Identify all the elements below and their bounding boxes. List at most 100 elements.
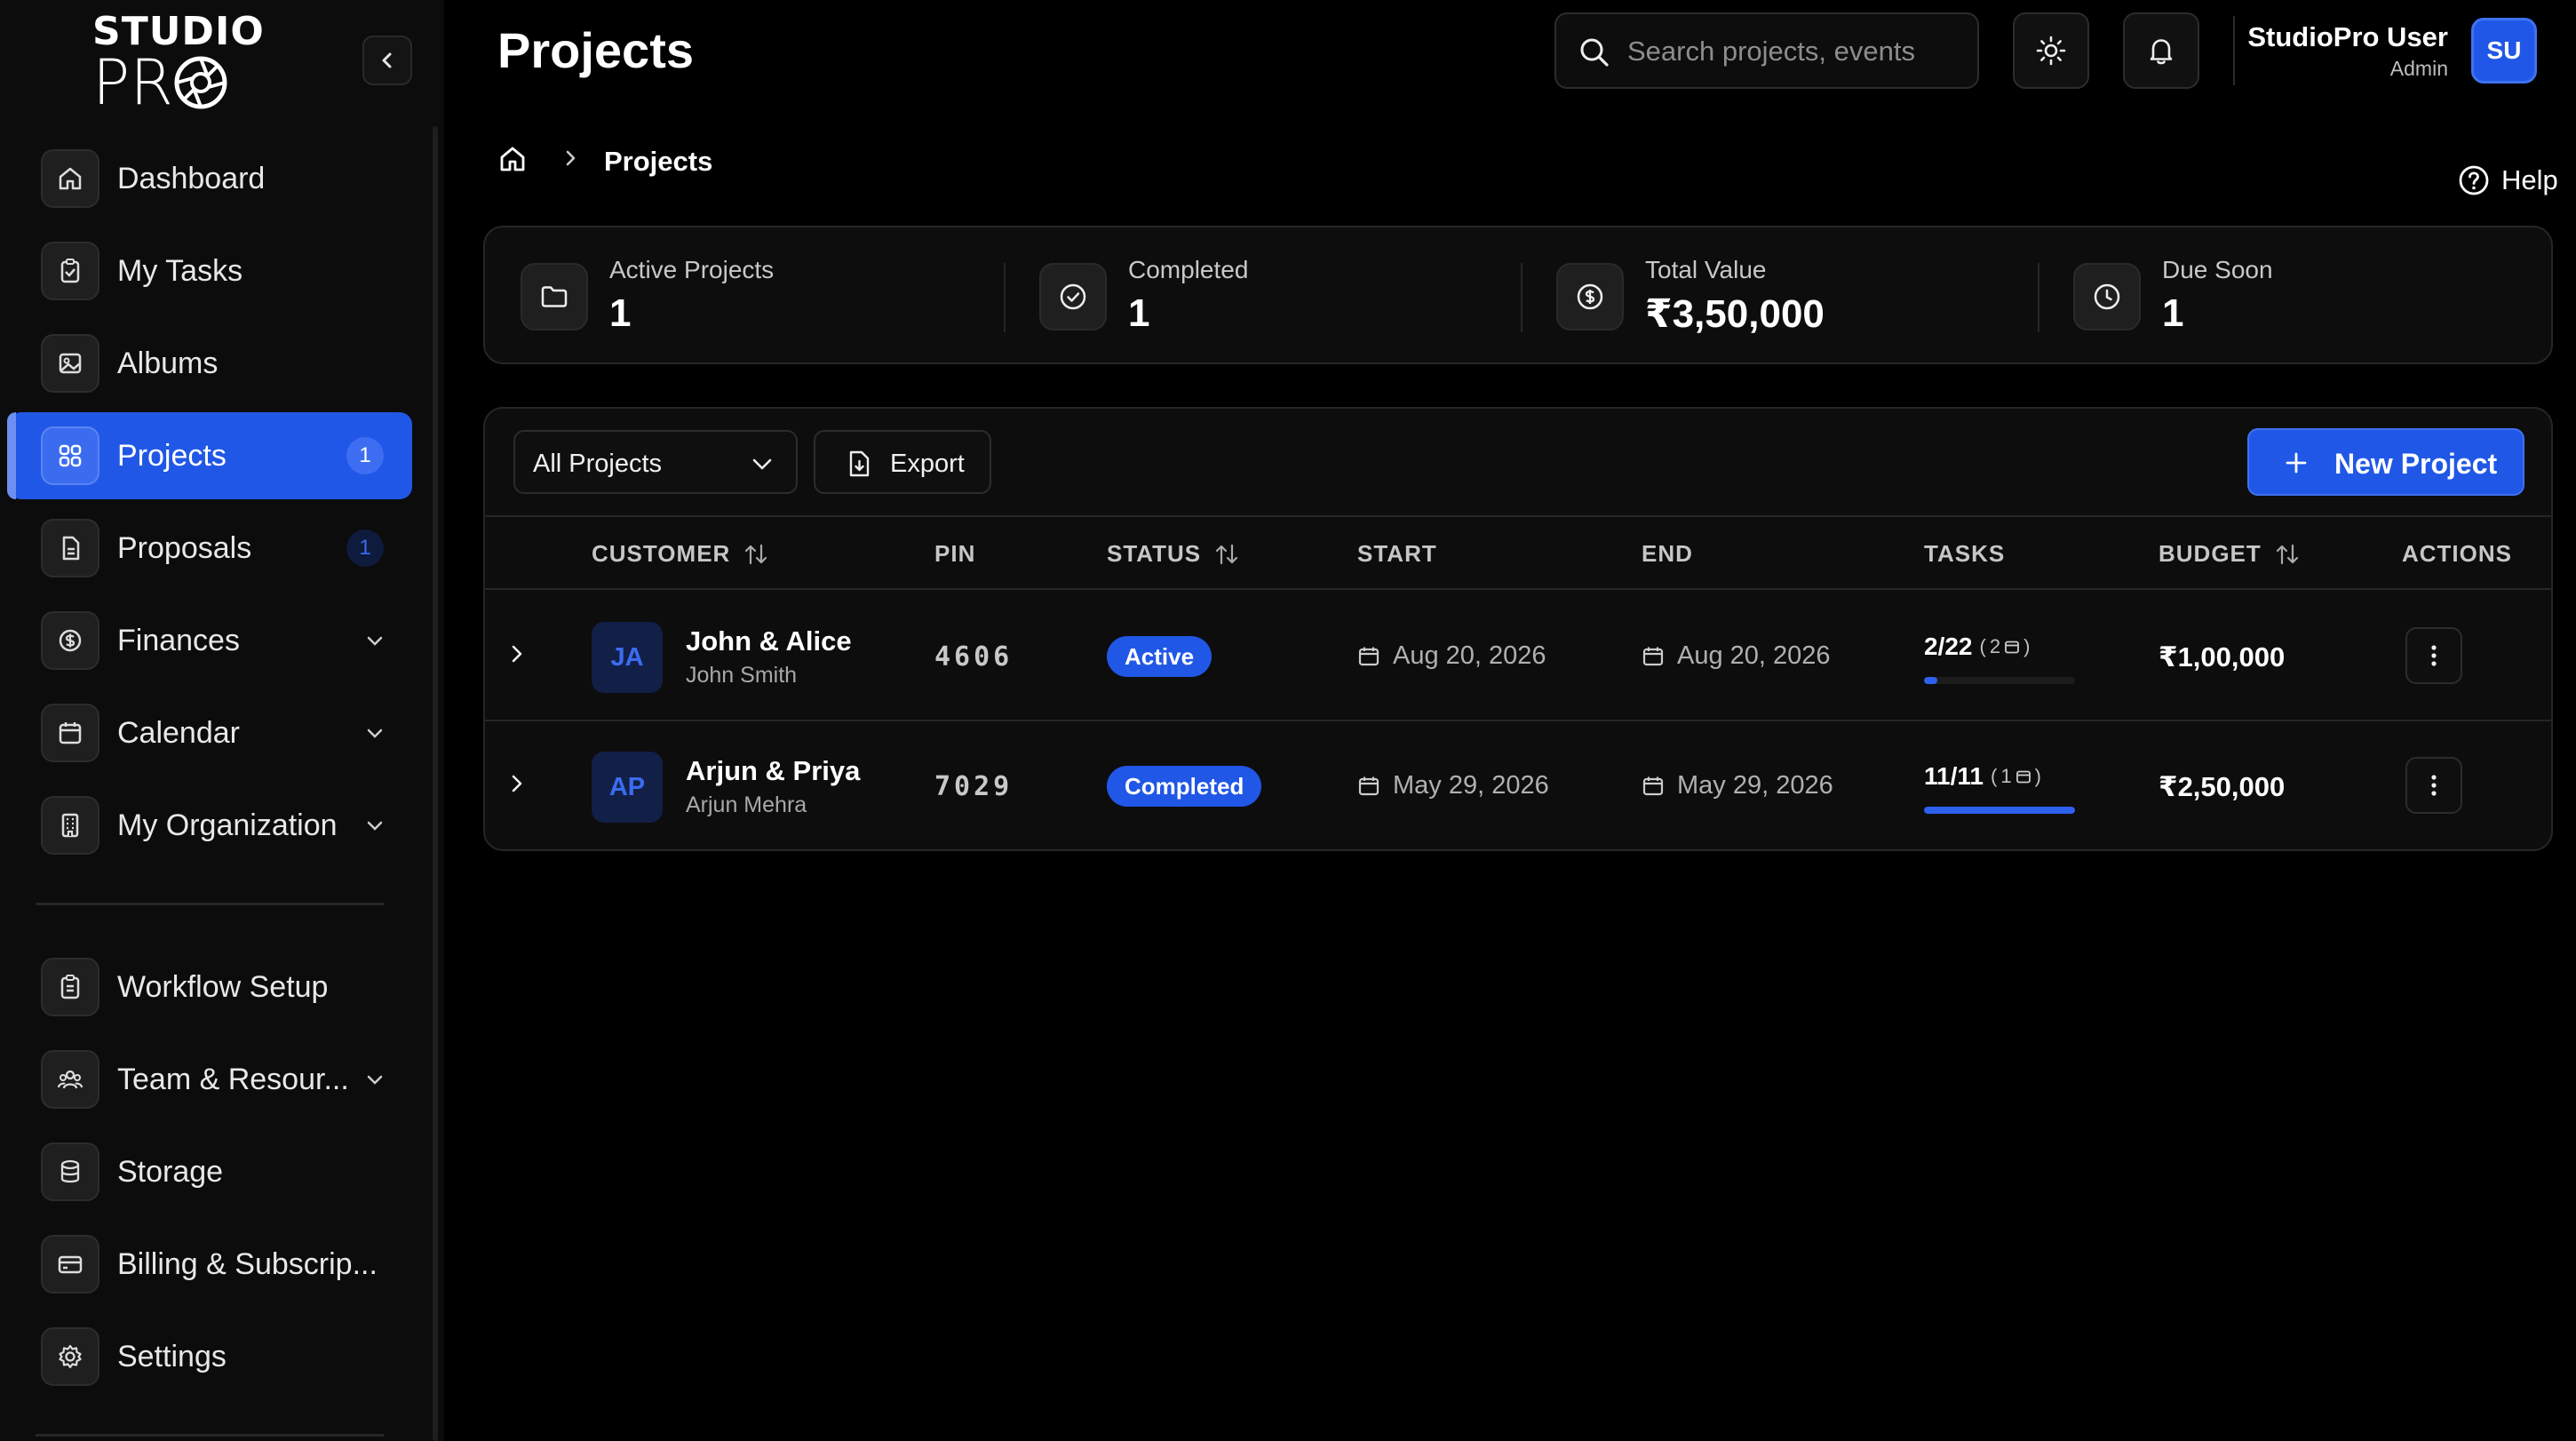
end-date: May 29, 2026 <box>1642 771 1833 800</box>
breadcrumb-home-link[interactable] <box>497 144 528 179</box>
task-event-count: (2) <box>1979 635 2031 657</box>
table-row[interactable]: JA John & Alice John Smith 4606 Active A… <box>485 592 2551 721</box>
new-project-button[interactable]: New Project <box>2247 428 2524 496</box>
sidebar-item-settings[interactable]: Settings <box>9 1313 412 1400</box>
avatar[interactable]: SU <box>2471 18 2537 84</box>
calendar-icon <box>1642 647 1664 665</box>
search-box[interactable] <box>1554 12 1979 89</box>
studio-pro-logo[interactable]: STUDIO PR <box>92 12 264 119</box>
user-name[interactable]: StudioPro User <box>2247 21 2448 53</box>
column-header-status[interactable]: STATUS <box>1107 540 1240 568</box>
notifications-button[interactable] <box>2123 12 2199 89</box>
task-progress-bar <box>1924 807 2075 814</box>
date-text: May 29, 2026 <box>1677 771 1833 800</box>
table-row[interactable]: AP Arjun & Priya Arjun Mehra 7029 Comple… <box>485 721 2551 849</box>
sidebar-item-proposals[interactable]: Proposals 1 <box>9 505 412 592</box>
start-date: Aug 20, 2026 <box>1357 641 1546 671</box>
collapse-sidebar-button[interactable] <box>362 36 412 85</box>
plus-icon <box>2286 452 2307 474</box>
expand-row-button[interactable] <box>505 771 529 800</box>
help-link[interactable]: Help <box>2457 163 2558 197</box>
column-header-budget[interactable]: BUDGET <box>2159 540 2301 568</box>
sidebar-item-dashboard[interactable]: Dashboard <box>9 135 412 222</box>
credit-card-icon <box>41 1235 99 1294</box>
gear-icon <box>41 1327 99 1386</box>
more-vertical-icon <box>2431 645 2437 666</box>
stat-label: Completed <box>1128 256 1249 283</box>
sidebar-item-calendar[interactable]: Calendar <box>9 689 412 776</box>
sidebar-divider <box>36 1434 384 1437</box>
event-count: 2 <box>1989 635 2001 657</box>
search-input[interactable] <box>1627 32 1965 71</box>
column-header-tasks: TASKS <box>1924 540 2005 568</box>
chevron-down-icon[interactable] <box>361 1065 389 1094</box>
sidebar-item-my-organization[interactable]: My Organization <box>9 782 412 869</box>
calendar-icon <box>1642 776 1664 795</box>
sidebar-item-team-resources[interactable]: Team & Resour... <box>9 1036 412 1123</box>
aperture-icon <box>174 56 227 109</box>
bell-icon <box>2150 39 2173 65</box>
theme-toggle-button[interactable] <box>2013 12 2089 89</box>
sort-icon <box>745 544 767 564</box>
sidebar-item-workflow-setup[interactable]: Workflow Setup <box>9 943 412 1031</box>
customer-contact: Arjun Mehra <box>686 792 807 817</box>
customer-name[interactable]: John & Alice <box>686 625 852 657</box>
row-actions-button[interactable] <box>2405 627 2462 684</box>
chevron-down-icon[interactable] <box>361 626 389 655</box>
filter-value: All Projects <box>533 450 663 478</box>
date-text: Aug 20, 2026 <box>1677 641 1831 670</box>
stat-label: Active Projects <box>609 256 775 283</box>
row-actions-button[interactable] <box>2405 757 2462 814</box>
help-circle-icon <box>2459 165 2489 195</box>
column-label: STATUS <box>1107 540 1202 567</box>
header-divider <box>2233 16 2235 85</box>
chevron-down-icon <box>752 458 772 470</box>
count-badge: 1 <box>346 529 384 567</box>
task-ratio: 2/22 <box>1924 633 1973 660</box>
home-icon <box>41 149 99 208</box>
stat-due-soon: Due Soon 1 <box>2038 227 2555 362</box>
sidebar: STUDIO PR Dashboard My Tasks Albums Proj… <box>0 0 444 1441</box>
sidebar-item-projects[interactable]: Projects 1 <box>7 412 412 499</box>
stat-value: 1 <box>609 291 632 335</box>
user-role: Admin <box>2389 57 2448 80</box>
count-badge: 1 <box>346 437 384 474</box>
export-button[interactable]: Export <box>814 430 991 494</box>
page-title: Projects <box>497 22 694 78</box>
task-count: 11/11 (1) <box>1924 762 2041 791</box>
sidebar-item-label: Settings <box>117 1339 227 1373</box>
sidebar-item-billing-subscription[interactable]: Billing & Subscrip... <box>9 1221 412 1308</box>
sidebar-item-my-tasks[interactable]: My Tasks <box>9 227 412 314</box>
sidebar-scrollbar[interactable] <box>433 126 438 1441</box>
chevron-right-icon <box>512 645 522 663</box>
image-icon <box>41 334 99 393</box>
clock-icon <box>2073 263 2141 330</box>
stat-value: 1 <box>2162 291 2184 335</box>
clipboard-list-icon <box>41 958 99 1016</box>
sidebar-item-label: Finances <box>117 623 240 657</box>
stats-panel: Active Projects 1 Completed 1 Total Valu… <box>483 226 2553 364</box>
expand-row-button[interactable] <box>505 641 529 671</box>
column-header-start: START <box>1357 540 1437 568</box>
task-event-count: (1) <box>1990 765 2041 787</box>
sidebar-item-label: Billing & Subscrip... <box>117 1246 378 1281</box>
help-label: Help <box>2501 164 2558 195</box>
start-date: May 29, 2026 <box>1357 771 1549 800</box>
stat-active-projects: Active Projects 1 <box>485 227 1002 362</box>
column-label: CUSTOMER <box>592 540 731 567</box>
breadcrumb-current: Projects <box>604 146 713 177</box>
sidebar-item-finances[interactable]: Finances <box>9 597 412 684</box>
project-filter-select[interactable]: All Projects <box>513 430 798 494</box>
sidebar-item-label: Calendar <box>117 715 240 750</box>
sidebar-item-storage[interactable]: Storage <box>9 1128 412 1215</box>
stat-label: Due Soon <box>2162 256 2273 283</box>
chevron-down-icon[interactable] <box>361 811 389 840</box>
sidebar-item-label: My Organization <box>117 808 338 842</box>
sidebar-item-label: Storage <box>117 1154 224 1189</box>
chevron-down-icon[interactable] <box>361 719 389 747</box>
column-header-customer[interactable]: CUSTOMER <box>592 540 769 568</box>
column-label: START <box>1357 540 1437 567</box>
sidebar-item-albums[interactable]: Albums <box>9 320 412 407</box>
logo-line-2: PR <box>92 46 173 119</box>
customer-name[interactable]: Arjun & Priya <box>686 755 860 787</box>
